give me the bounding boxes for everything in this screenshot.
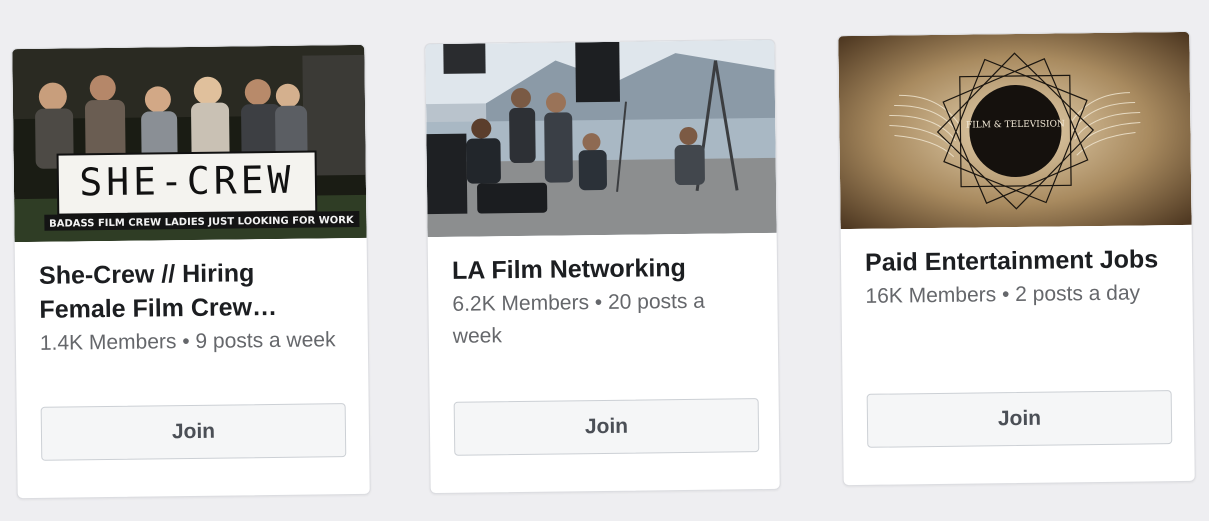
join-button[interactable]: Join bbox=[866, 390, 1173, 448]
group-info: She-Crew // Hiring Female Film Crew… 1.4… bbox=[39, 255, 348, 360]
group-info: LA Film Networking 6.2K Members • 20 pos… bbox=[452, 250, 758, 353]
group-cover-photo[interactable] bbox=[425, 39, 777, 238]
join-button[interactable]: Join bbox=[40, 403, 347, 461]
join-button[interactable]: Join bbox=[453, 398, 760, 456]
group-stats: 16K Members • 2 posts a day bbox=[865, 281, 1141, 308]
group-name[interactable]: LA Film Networking bbox=[452, 250, 757, 288]
group-stats: 6.2K Members • 20 posts a week bbox=[452, 289, 706, 348]
group-stats: 1.4K Members • 9 posts a week bbox=[39, 328, 336, 355]
group-card-la-film-networking[interactable]: LA Film Networking 6.2K Members • 20 pos… bbox=[424, 38, 781, 495]
she-crew-overlay-title: SHE-CREW bbox=[79, 158, 295, 205]
group-card-she-crew[interactable]: SHE-CREW BADASS FILM CREW LADIES JUST LO… bbox=[11, 43, 371, 500]
group-name[interactable]: Paid Entertainment Jobs bbox=[865, 242, 1172, 280]
emblem-text: FILM & TELEVISION bbox=[966, 119, 1065, 130]
group-name[interactable]: She-Crew // Hiring Female Film Crew… bbox=[39, 255, 348, 327]
group-info: Paid Entertainment Jobs 16K Members • 2 … bbox=[865, 242, 1173, 313]
group-suggestions: SHE-CREW BADASS FILM CREW LADIES JUST LO… bbox=[0, 0, 1209, 521]
group-cover-photo[interactable]: FILM & TELEVISION bbox=[838, 31, 1192, 230]
film-television-cover-image: FILM & TELEVISION bbox=[838, 31, 1192, 230]
group-cover-photo[interactable]: SHE-CREW BADASS FILM CREW LADIES JUST LO… bbox=[12, 44, 367, 243]
group-card-paid-entertainment-jobs[interactable]: FILM & TELEVISION Paid Entertainment Job… bbox=[837, 30, 1196, 487]
film-set-cover-image bbox=[425, 39, 777, 238]
she-crew-cover-image: SHE-CREW BADASS FILM CREW LADIES JUST LO… bbox=[12, 44, 367, 243]
